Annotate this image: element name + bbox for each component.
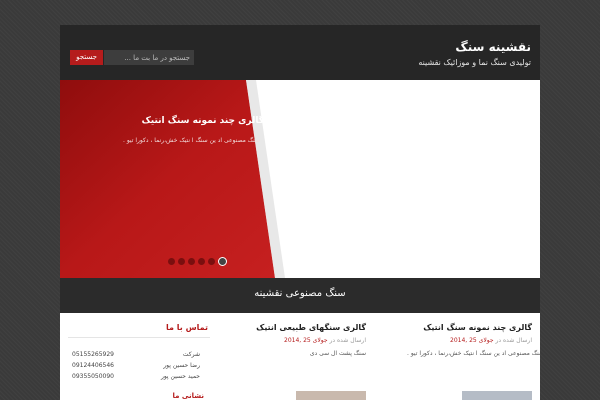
slide-title[interactable]: گالری چند نمونه سنگ انتیک [124, 116, 264, 126]
contact-name: حمید حسین پور [160, 373, 200, 380]
search-input[interactable] [104, 50, 194, 65]
slider-dot[interactable] [208, 258, 215, 265]
post-title[interactable]: گالری چند نمونه سنگ انتیک [423, 323, 532, 332]
divider [68, 337, 210, 338]
post-excerpt: سنگ پشت ال سی دی [309, 350, 366, 357]
contact-widget: تماس با ما 05155265929 شرکت 09124406546 … [68, 313, 210, 400]
post-meta: ارسال شده در جولای 25 ,2014 [450, 337, 532, 344]
post-thumbnail[interactable] [296, 391, 366, 400]
post-excerpt: سنگ مصنوعی اد ین سنگ ا نتیک خش،رنما ، دک… [407, 350, 540, 357]
slide-red-panel [60, 80, 275, 278]
contact-row: 09355050090 حمید حسین پور [68, 373, 210, 382]
search-button[interactable]: جستجو [70, 50, 103, 65]
contact-row: 05155265929 شرکت [68, 351, 210, 360]
post-meta-prefix: ارسال شده در [329, 337, 366, 344]
phone-number[interactable]: 09355050090 [72, 373, 114, 380]
phone-number[interactable]: 09124406546 [72, 362, 114, 369]
contact-title: تماس با ما [166, 323, 208, 332]
post-meta: ارسال شده در جولای 25 ,2014 [284, 337, 366, 344]
post-meta-prefix: ارسال شده در [495, 337, 532, 344]
content-area: گالری چند نمونه سنگ انتیک ارسال شده در ج… [60, 313, 540, 400]
post-title[interactable]: گالری سنگهای طبیعی انتیک [256, 323, 366, 332]
banner-title: سنگ مصنوعی نقشینه [254, 288, 346, 299]
slider-dot[interactable] [218, 257, 227, 266]
page-wrapper: نقشینه سنگ تولیدی سنگ نما و موزائیک نقشی… [60, 25, 540, 400]
contact-name: رضا حسین پور [163, 362, 200, 369]
post-date[interactable]: جولای 25 ,2014 [284, 337, 328, 344]
slide-text: سنگ مصنوعی اد ین سنگ ا نتیک خش،رنما ، دک… [123, 137, 260, 144]
contact-row: 09124406546 رضا حسین پور [68, 362, 210, 371]
section-banner: سنگ مصنوعی نقشینه [60, 278, 540, 313]
post-card: گالری چند نمونه سنگ انتیک ارسال شده در ج… [390, 313, 540, 400]
slider-dot[interactable] [178, 258, 185, 265]
site-title[interactable]: نقشینه سنگ [455, 40, 531, 54]
phone-number[interactable]: 05155265929 [72, 351, 114, 358]
slider-background [60, 80, 285, 278]
post-card: گالری سنگهای طبیعی انتیک ارسال شده در جو… [226, 313, 374, 400]
image-slider: گالری چند نمونه سنگ انتیک سنگ مصنوعی اد … [60, 80, 540, 278]
post-date[interactable]: جولای 25 ,2014 [450, 337, 494, 344]
contact-subtitle: نشانی ما [172, 392, 205, 400]
site-header: نقشینه سنگ تولیدی سنگ نما و موزائیک نقشی… [60, 25, 540, 80]
slider-dot[interactable] [188, 258, 195, 265]
post-thumbnail[interactable] [462, 391, 532, 400]
slider-dot[interactable] [198, 258, 205, 265]
contact-name: شرکت [182, 351, 200, 358]
site-description: تولیدی سنگ نما و موزائیک نقشینه [418, 58, 531, 67]
slider-dot[interactable] [168, 258, 175, 265]
